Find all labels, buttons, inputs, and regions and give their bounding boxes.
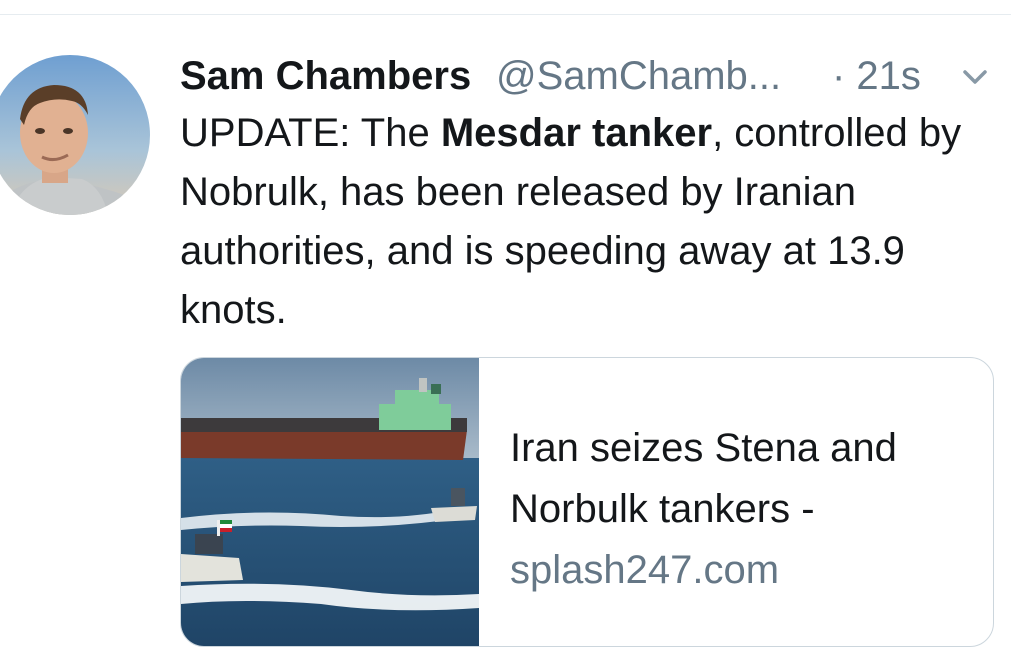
link-card[interactable]: Iran seizes Stena and Norbulk tankers - …	[180, 357, 994, 647]
tweet[interactable]: Sam Chambers @SamChamb... · 21s UPDATE: …	[0, 0, 1011, 647]
link-card-title[interactable]: Iran seizes Stena and Norbulk tankers -	[510, 418, 980, 540]
tanker-photo	[181, 358, 479, 646]
link-card-domain[interactable]: splash247.com	[510, 540, 980, 601]
tweet-text-start: UPDATE: The	[180, 111, 441, 155]
tweet-text: UPDATE: The Mesdar tanker, controlled by…	[180, 104, 1000, 340]
tweet-header: Sam Chambers @SamChamb... · 21s	[180, 48, 1000, 104]
link-card-text: Iran seizes Stena and Norbulk tankers - …	[510, 418, 980, 601]
author-handle[interactable]: @SamChamb...	[496, 48, 781, 104]
avatar-photo	[0, 55, 150, 215]
tweet-text-bold: Mesdar tanker	[440, 111, 713, 155]
author-name[interactable]: Sam Chambers	[180, 48, 471, 104]
link-card-image	[181, 358, 479, 646]
avatar[interactable]	[0, 55, 150, 215]
timestamp[interactable]: · 21s	[832, 48, 921, 104]
chevron-down-icon[interactable]	[962, 66, 988, 88]
